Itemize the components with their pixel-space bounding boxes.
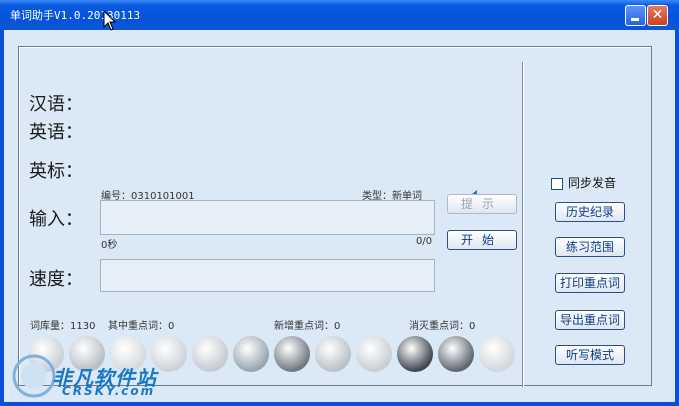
vertical-divider (522, 62, 523, 387)
mouse-cursor-icon (103, 10, 117, 31)
close-button[interactable]: ✕ (647, 5, 668, 26)
input-label: 输入： (29, 209, 83, 230)
face-12-avatar[interactable] (479, 336, 515, 372)
chinese-label: 汉语： (29, 94, 83, 115)
stat-added: 新增重点词：0 (274, 321, 341, 332)
start-button[interactable]: 开始 (447, 230, 517, 250)
face-8-avatar[interactable] (315, 336, 351, 372)
time-label: 0秒 (101, 240, 118, 251)
face-9-avatar[interactable] (356, 336, 392, 372)
stat-removed: 消灭重点词：0 (409, 321, 476, 332)
hint-button[interactable]: 提示 (447, 194, 517, 214)
stat-key: 其中重点词：0 (108, 321, 175, 332)
sync-sound-checkbox[interactable] (551, 177, 563, 190)
answer-input[interactable] (100, 200, 435, 235)
face-7-avatar[interactable] (274, 336, 310, 372)
app-window: 单词助手V1.0.20130113 ✕ 汉语： 英语： 英标： 输入： 速度： … (0, 0, 679, 406)
sync-sound-label: 同步发音 (568, 176, 617, 190)
face-6-avatar[interactable] (233, 336, 269, 372)
sync-sound-option[interactable]: 同步发音 (551, 174, 616, 191)
speed-label: 速度： (29, 269, 83, 290)
window-title: 单词助手V1.0.20130113 (10, 9, 141, 22)
minimize-icon (631, 18, 639, 21)
english-label: 英语： (29, 122, 83, 143)
face-5-avatar[interactable] (192, 336, 228, 372)
dictation-button[interactable]: 听写模式 (555, 345, 625, 365)
export-button[interactable]: 导出重点词 (555, 310, 625, 330)
progress-label: 0/0 (416, 236, 433, 247)
watermark-domain: CRSKY.com (62, 384, 156, 398)
phonetic-label: 英标： (29, 161, 83, 182)
history-button[interactable]: 历史纪录 (555, 202, 625, 222)
range-button[interactable]: 练习范围 (555, 237, 625, 257)
minimize-button[interactable] (625, 5, 646, 26)
face-10-avatar[interactable] (397, 336, 433, 372)
speed-display (100, 259, 435, 292)
print-button[interactable]: 打印重点词 (555, 273, 625, 293)
title-bar[interactable]: 单词助手V1.0.20130113 ✕ (0, 0, 679, 30)
face-11-avatar[interactable] (438, 336, 474, 372)
stat-total: 词库量：1130 (30, 321, 96, 332)
close-icon: ✕ (651, 7, 664, 23)
